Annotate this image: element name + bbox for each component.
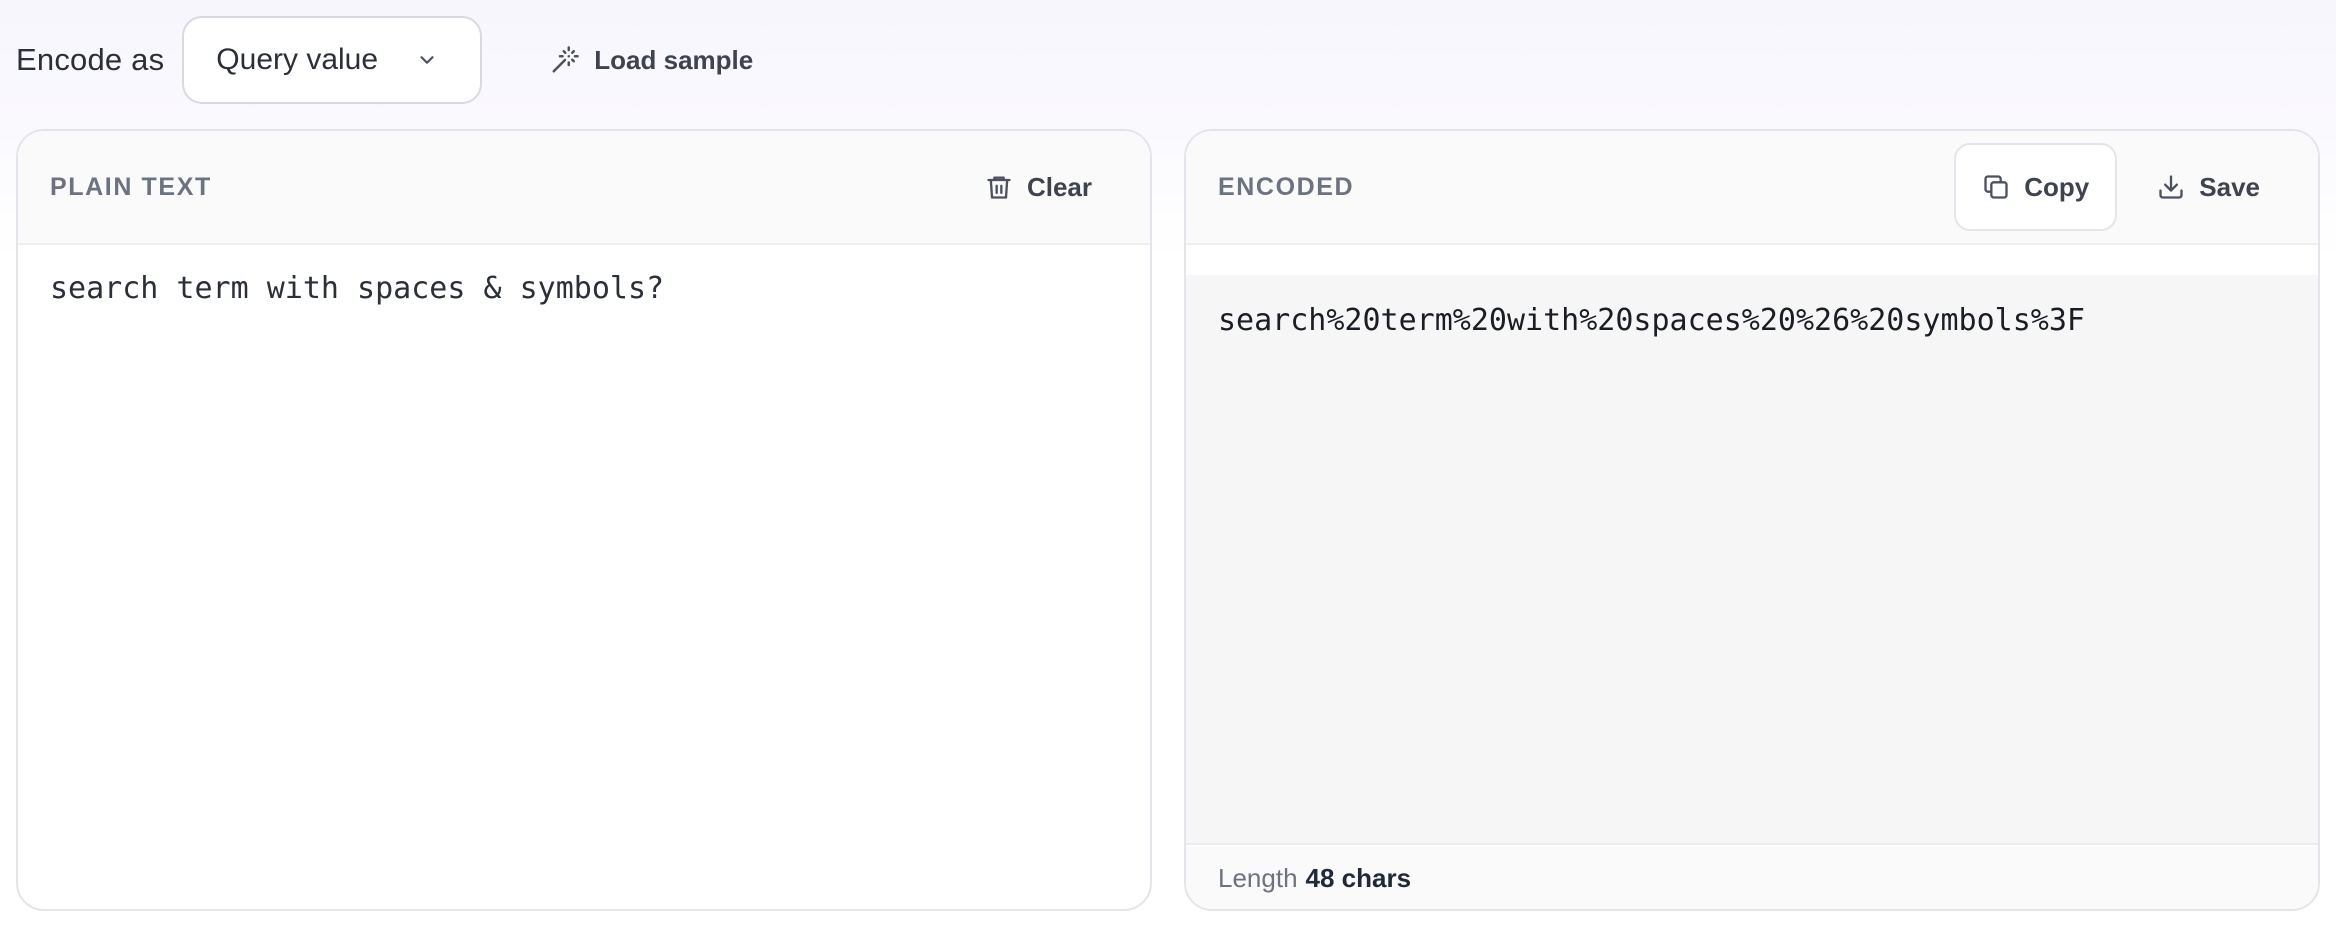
plain-text-header: PLAIN TEXT Clear	[18, 131, 1150, 245]
encoded-title: ENCODED	[1218, 172, 1355, 201]
encoded-actions: Copy Save	[1954, 143, 2288, 231]
trash-icon	[985, 173, 1013, 201]
copy-label: Copy	[2024, 171, 2090, 202]
plain-text-input[interactable]: search term with spaces & symbols?	[18, 245, 1150, 333]
chevron-down-icon	[414, 47, 440, 73]
encoded-header: ENCODED Copy Save	[1186, 131, 2318, 245]
length-value: 48 chars	[1305, 862, 1412, 893]
download-icon	[2157, 173, 2185, 201]
plain-text-actions: Clear	[957, 143, 1120, 231]
magic-wand-icon	[550, 45, 580, 75]
encode-as-label: Encode as	[16, 42, 165, 77]
plain-text-panel: PLAIN TEXT Clear search term with spaces…	[16, 129, 1152, 911]
copy-icon	[1982, 173, 2010, 201]
length-label: Length	[1218, 862, 1298, 893]
encoded-spacer	[1186, 245, 2318, 275]
load-sample-button[interactable]: Load sample	[546, 30, 757, 90]
clear-button[interactable]: Clear	[957, 143, 1120, 231]
load-sample-label: Load sample	[594, 44, 754, 75]
copy-button[interactable]: Copy	[1954, 143, 2118, 231]
encoded-output[interactable]: search%20term%20with%20spaces%20%26%20sy…	[1186, 275, 2318, 845]
save-button[interactable]: Save	[2129, 143, 2288, 231]
save-label: Save	[2199, 171, 2260, 202]
toolbar: Encode as Query value Load sample	[16, 16, 757, 104]
plain-text-title: PLAIN TEXT	[50, 172, 212, 201]
encoded-panel: ENCODED Copy Save search%20term%20with%2…	[1184, 129, 2320, 911]
encode-mode-value: Query value	[216, 43, 379, 76]
url-encoder-page: Encode as Query value Load sample PLAIN …	[0, 0, 2336, 928]
encode-mode-select[interactable]: Query value	[182, 16, 483, 104]
encoded-footer: Length 48 chars	[1186, 847, 2318, 909]
clear-label: Clear	[1026, 171, 1092, 202]
